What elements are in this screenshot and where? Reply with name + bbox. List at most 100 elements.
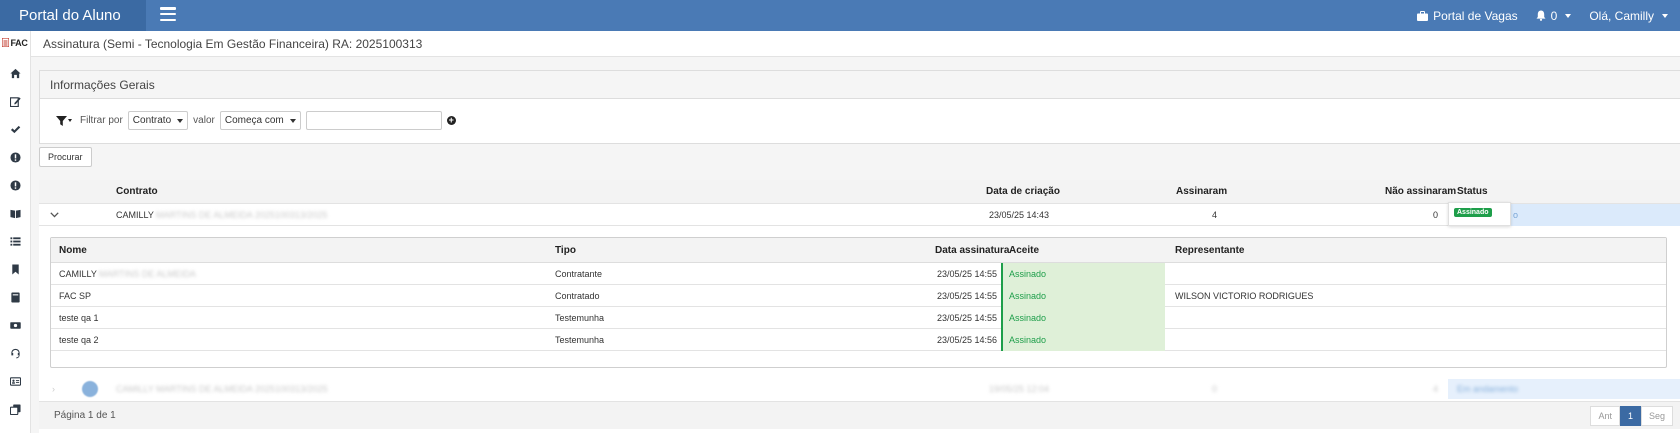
row-nao-assinaram: 0 bbox=[1433, 210, 1439, 220]
signer-data: 23/05/25 14:55 bbox=[937, 291, 998, 301]
menu-toggle-icon[interactable] bbox=[160, 7, 176, 21]
brand-title[interactable]: Portal do Aluno bbox=[0, 0, 146, 31]
info-panel: Informações Gerais Filtrar por Contrato … bbox=[39, 70, 1680, 144]
filter-by-label: Filtrar por bbox=[80, 115, 123, 126]
pagination: Ant 1 Seg bbox=[1590, 406, 1673, 426]
grid-header: Contrato Data de criação Assinaram Não a… bbox=[39, 180, 1680, 204]
table-row: Assinado teste qa 2 Testemunha 23/05/25 … bbox=[51, 329, 1666, 351]
signer-tipo: Testemunha bbox=[555, 335, 605, 345]
sidebar: FAC bbox=[0, 31, 31, 433]
chevron-down-icon bbox=[289, 118, 296, 123]
money-icon[interactable] bbox=[0, 311, 31, 339]
loading-icon bbox=[82, 381, 98, 397]
row-contrato: CAMILLY MARTINS DE ALMEIDA 2025100313/20… bbox=[116, 384, 328, 394]
col-data-assinatura: Data assinatura bbox=[935, 245, 1010, 256]
signer-representante: WILSON VICTORIO RODRIGUES bbox=[1175, 291, 1314, 301]
row-assinaram: 0 bbox=[1212, 384, 1218, 394]
signer-tipo: Contratado bbox=[555, 291, 600, 301]
support-icon[interactable] bbox=[0, 339, 31, 367]
value-label: valor bbox=[193, 115, 215, 126]
notifications-dropdown[interactable]: 0 bbox=[1536, 9, 1572, 23]
prev-page-button[interactable]: Ant bbox=[1590, 406, 1620, 426]
id-card-icon[interactable] bbox=[0, 367, 31, 395]
aceite-value: Assinado bbox=[1009, 313, 1047, 323]
filter-field-value: Contrato bbox=[132, 115, 172, 126]
grid-footer: Página 1 de 1 Ant 1 Seg bbox=[39, 401, 1680, 429]
status-text-partial: o bbox=[1513, 210, 1519, 220]
copy-icon[interactable] bbox=[0, 395, 31, 423]
row-data-criacao: 19/05/25 12:04 bbox=[989, 384, 1050, 394]
page-1-button[interactable]: 1 bbox=[1619, 406, 1641, 426]
col-contrato[interactable]: Contrato bbox=[116, 180, 158, 204]
home-icon[interactable] bbox=[0, 59, 31, 87]
table-row-faded[interactable]: › CAMILLY MARTINS DE ALMEIDA 2025100313/… bbox=[39, 379, 1680, 399]
table-row: Assinado FAC SP Contratado 23/05/25 14:5… bbox=[51, 285, 1666, 307]
filter-operator-value: Começa com bbox=[224, 115, 284, 126]
aceite-value: Assinado bbox=[1009, 269, 1047, 279]
row-status: Em andamento bbox=[1457, 384, 1519, 394]
col-nao-assinaram[interactable]: Não assinaram bbox=[1385, 180, 1456, 204]
row-assinaram: 4 bbox=[1212, 210, 1218, 220]
signer-name: FAC SP bbox=[59, 291, 92, 301]
signer-name-redacted: MARTINS DE ALMEIDA bbox=[99, 269, 196, 279]
row-contrato-redacted: MARTINS DE ALMEIDA 2025100313/2025 bbox=[156, 210, 328, 220]
col-nome: Nome bbox=[59, 245, 87, 256]
subtable-header: Nome Tipo Data assinatura Aceite Represe… bbox=[51, 238, 1666, 263]
aceite-value: Assinado bbox=[1009, 291, 1047, 301]
page-title: Assinatura (Semi - Tecnologia Em Gestão … bbox=[31, 31, 1680, 57]
col-assinaram[interactable]: Assinaram bbox=[1176, 180, 1227, 204]
info-icon-2[interactable] bbox=[0, 171, 31, 199]
status-popover: Assinado bbox=[1448, 202, 1511, 226]
aceite-cell: Assinado bbox=[1001, 329, 1165, 351]
table-row: Assinado teste qa 1 Testemunha 23/05/25 … bbox=[51, 307, 1666, 329]
book-icon[interactable] bbox=[0, 199, 31, 227]
contracts-grid: Contrato Data de criação Assinaram Não a… bbox=[39, 180, 1680, 433]
aceite-cell: Assinado bbox=[1001, 285, 1165, 307]
top-navbar: Portal do Aluno Portal de Vagas 0 Olá, C… bbox=[0, 0, 1680, 31]
portal-vagas-label: Portal de Vagas bbox=[1433, 8, 1518, 23]
signer-name: teste qa 1 bbox=[59, 313, 99, 323]
info-icon[interactable] bbox=[0, 143, 31, 171]
user-greeting: Olá, Camilly bbox=[1589, 8, 1654, 23]
chevron-down-icon bbox=[177, 118, 184, 123]
filter-icon[interactable] bbox=[56, 115, 72, 126]
col-aceite: Aceite bbox=[1009, 245, 1040, 256]
col-representante: Representante bbox=[1175, 245, 1245, 256]
status-badge: Assinado bbox=[1454, 208, 1492, 217]
signer-tipo: Testemunha bbox=[555, 313, 605, 323]
edit-icon[interactable] bbox=[0, 87, 31, 115]
aceite-value: Assinado bbox=[1009, 335, 1047, 345]
table-row: Assinado CAMILLY MARTINS DE ALMEIDA Cont… bbox=[51, 263, 1666, 285]
col-status[interactable]: Status bbox=[1457, 180, 1488, 204]
col-data-criacao[interactable]: Data de criação bbox=[986, 180, 1060, 204]
next-page-button[interactable]: Seg bbox=[1640, 406, 1673, 426]
row-data-criacao: 23/05/25 14:43 bbox=[989, 210, 1050, 220]
fac-logo: FAC bbox=[0, 31, 30, 54]
signers-subtable: Nome Tipo Data assinatura Aceite Represe… bbox=[50, 237, 1667, 368]
aceite-cell: Assinado bbox=[1001, 263, 1165, 285]
briefcase-icon bbox=[1417, 10, 1429, 21]
notifications-count: 0 bbox=[1550, 8, 1558, 23]
filter-value-input[interactable] bbox=[305, 111, 442, 130]
chevron-down-icon bbox=[1662, 13, 1668, 18]
row-contrato-name: CAMILLY bbox=[116, 210, 154, 220]
list-icon[interactable] bbox=[0, 227, 31, 255]
signer-name: teste qa 2 bbox=[59, 335, 99, 345]
panel-title: Informações Gerais bbox=[40, 71, 1680, 99]
filter-operator-select[interactable]: Começa com bbox=[219, 111, 301, 130]
book-closed-icon[interactable] bbox=[0, 283, 31, 311]
signer-tipo: Contratante bbox=[555, 269, 603, 279]
table-row[interactable]: CAMILLY MARTINS DE ALMEIDA 2025100313/20… bbox=[39, 202, 1680, 226]
portal-vagas-link[interactable]: Portal de Vagas bbox=[1417, 9, 1518, 23]
filter-field-select[interactable]: Contrato bbox=[127, 111, 189, 130]
search-button[interactable]: Procurar bbox=[39, 147, 92, 167]
bookmark-icon[interactable] bbox=[0, 255, 31, 283]
bell-icon bbox=[1536, 10, 1546, 21]
expand-chevron-icon[interactable]: › bbox=[52, 379, 55, 399]
collapse-chevron-icon[interactable] bbox=[50, 203, 59, 225]
user-menu-dropdown[interactable]: Olá, Camilly bbox=[1589, 9, 1668, 23]
check-icon[interactable] bbox=[0, 115, 31, 143]
row-nao-assinaram: 4 bbox=[1433, 384, 1439, 394]
add-filter-icon[interactable]: + bbox=[446, 116, 456, 125]
signer-name: CAMILLY bbox=[59, 269, 97, 279]
